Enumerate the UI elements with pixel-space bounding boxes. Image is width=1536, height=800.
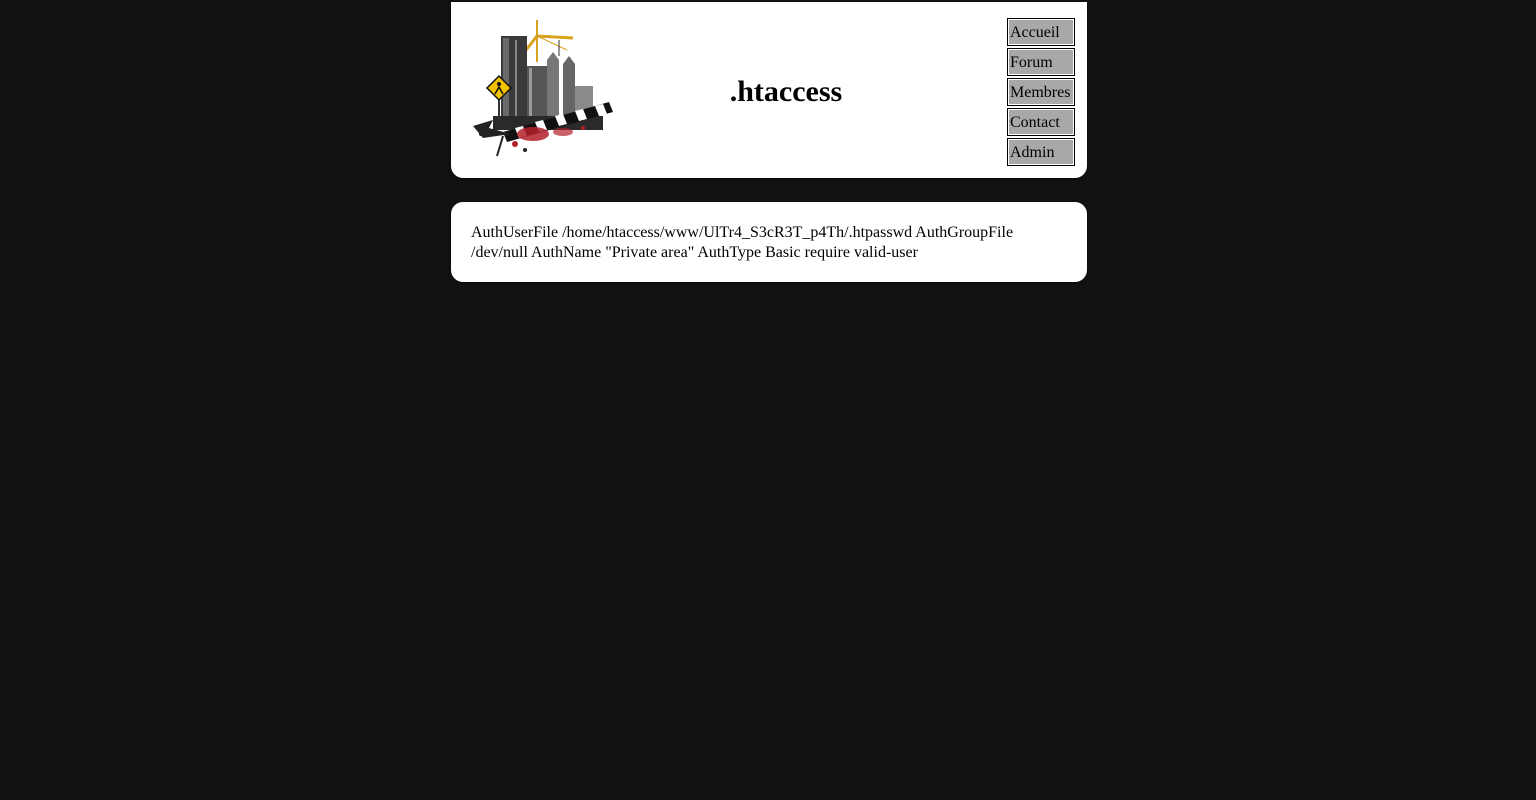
htaccess-content-text: AuthUserFile /home/htaccess/www/UlTr4_S3…: [471, 224, 1014, 261]
site-title: .htaccess: [729, 75, 843, 108]
nav-item: Accueil: [1007, 18, 1075, 46]
main-nav: Accueil Forum Membres Contact Admin: [1007, 18, 1075, 168]
nav-link-accueil[interactable]: Accueil: [1007, 18, 1075, 46]
page: .htaccess Accueil Forum Membres Contact …: [0, 0, 1536, 800]
construction-city-logo-icon: [473, 20, 613, 157]
nav-item: Contact: [1007, 108, 1075, 136]
nav-link-membres[interactable]: Membres: [1007, 78, 1075, 106]
nav-item: Admin: [1007, 138, 1075, 166]
header: .htaccess Accueil Forum Membres Contact …: [451, 2, 1087, 178]
nav-link-forum[interactable]: Forum: [1007, 48, 1075, 76]
nav-item: Membres: [1007, 78, 1075, 106]
nav-item: Forum: [1007, 48, 1075, 76]
nav-link-contact[interactable]: Contact: [1007, 108, 1075, 136]
nav-link-admin[interactable]: Admin: [1007, 138, 1075, 166]
content-panel: AuthUserFile /home/htaccess/www/UlTr4_S3…: [451, 202, 1087, 282]
